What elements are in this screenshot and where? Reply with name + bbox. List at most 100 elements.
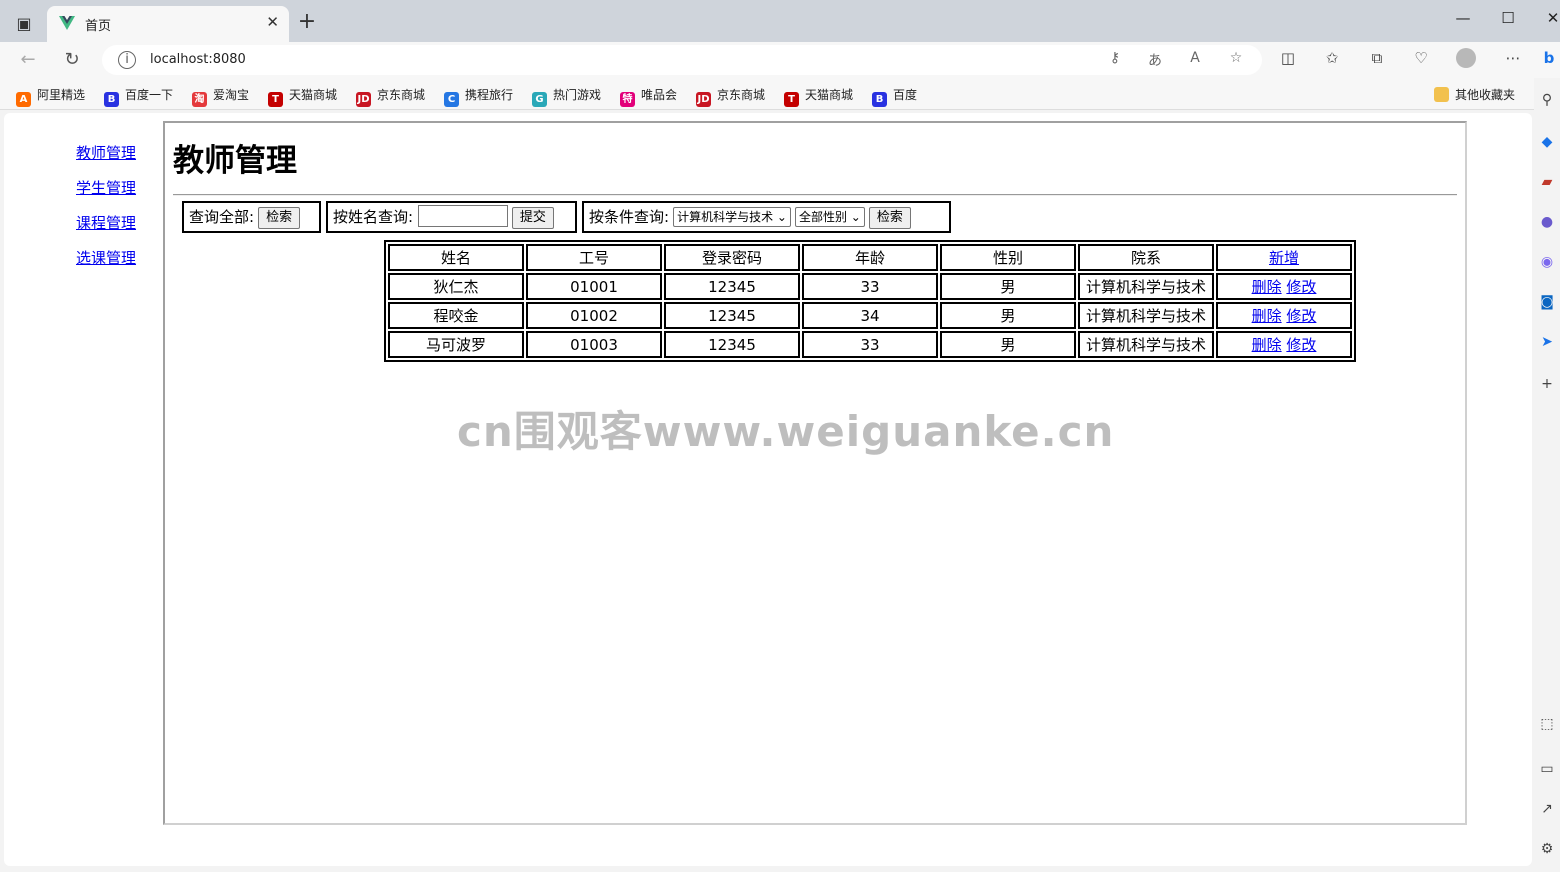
address-bar[interactable]: i localhost:8080 ⚷ あ A ☆ [102,45,1262,75]
url-text[interactable]: localhost:8080 [150,52,246,67]
bookmark-favicon-icon: 淘 [192,92,207,107]
delete-link[interactable]: 删除 [1252,307,1282,325]
back-icon[interactable]: ← [16,48,40,72]
page-title: 教师管理 [173,143,297,179]
settings-gear-icon[interactable]: ⚙ [1538,840,1556,858]
bookmark-item[interactable]: B 百度 [872,86,917,107]
table-row: 狄仁杰 01001 12345 33 男计算机科学与技术 删除 修改 [388,273,1352,300]
department-select[interactable]: 计算机科学与技术 ⌄ [673,207,791,227]
other-bookmarks-folder[interactable]: 其他收藏夹 [1434,86,1515,103]
bookmark-favicon-icon: C [444,92,459,107]
bookmark-favicon-icon: B [872,92,887,107]
collections-icon[interactable]: ⧉ [1366,49,1388,67]
send-icon[interactable]: ➤ [1538,333,1556,351]
table-cell: 12345 [664,302,800,329]
table-action-cell: 删除 修改 [1216,273,1352,300]
edit-link[interactable]: 修改 [1286,278,1316,296]
browser-tab-active[interactable]: 首页 ✕ [47,6,289,42]
refresh-icon[interactable]: ↻ [60,48,84,72]
left-navigation: 教师管理 学生管理 课程管理 选课管理 [76,143,136,283]
bing-copilot-icon[interactable]: b [1538,49,1560,67]
bookmark-item[interactable]: G 热门游戏 [532,86,601,107]
delete-link[interactable]: 删除 [1252,336,1282,354]
bookmarks-bar: 其他收藏夹 A 阿里精选 B 百度一下 淘爱淘宝 T 天猫商城 JD 京东商城 C 携程旅行 G 热门游… [0,78,1560,110]
read-aloud-icon[interactable]: A [1185,50,1205,66]
bookmark-label: 阿里精选 [37,88,86,102]
favorites-icon[interactable]: ✩ [1321,49,1343,67]
profile-avatar-icon[interactable] [1455,48,1477,72]
bookmark-item[interactable]: JD 京东商城 [696,86,765,107]
table-cell: 计算机科学与技术 [1078,302,1214,329]
translate-icon[interactable]: あ [1145,50,1165,70]
condition-search-button[interactable]: 检索 [868,207,911,229]
tab-title: 首页 [85,19,112,34]
nav-link-selection[interactable]: 选课管理 [76,248,136,283]
tab-actions-icon[interactable]: ▣ [12,12,36,36]
maximize-icon[interactable]: ☐ [1493,6,1523,30]
table-cell: 12345 [664,331,800,358]
split-screen-icon[interactable]: ◫ [1277,49,1299,67]
gender-select[interactable]: 全部性别 ⌄ [794,207,865,227]
other-bookmarks-label: 其他收藏夹 [1455,88,1516,102]
name-submit-button[interactable]: 提交 [511,207,554,229]
add-teacher-link[interactable]: 新增 [1269,249,1299,267]
bookmark-item[interactable]: C 携程旅行 [444,86,513,107]
nav-link-teacher[interactable]: 教师管理 [76,143,136,178]
table-action-cell: 删除 修改 [1216,331,1352,358]
bookmark-favicon-icon: G [532,92,547,107]
table-header-cell: 院系 [1078,244,1214,271]
page-viewport: 教师管理 学生管理 课程管理 选课管理 教师管理 查询全部: 检索 按姓名查询: … [4,113,1532,866]
site-info-icon[interactable]: i [118,51,136,69]
tab-close-icon[interactable]: ✕ [266,13,279,31]
games-icon[interactable]: ◉ [1538,253,1556,271]
key-icon[interactable]: ⚷ [1105,50,1125,66]
delete-link[interactable]: 删除 [1252,278,1282,296]
bookmark-item[interactable]: T 天猫商城 [268,86,337,107]
tools-icon[interactable]: ▰ [1538,173,1556,191]
people-icon[interactable]: ● [1538,213,1556,231]
external-link-icon[interactable]: ↗ [1538,800,1556,818]
name-search-input[interactable] [417,205,508,227]
vue-favicon-icon [59,16,75,30]
nav-link-student[interactable]: 学生管理 [76,178,136,213]
edit-link[interactable]: 修改 [1286,336,1316,354]
more-menu-icon[interactable]: ⋯ [1502,49,1524,67]
table-cell: 男 [940,302,1076,329]
minimize-icon[interactable]: — [1448,6,1478,30]
bookmark-item[interactable]: JD 京东商城 [356,86,425,107]
bookmark-label: 爱淘宝 [213,88,250,102]
favorite-star-icon[interactable]: ☆ [1226,50,1246,66]
bookmark-item[interactable]: 淘爱淘宝 [192,86,249,107]
table-cell: 狄仁杰 [388,273,524,300]
title-divider [173,194,1457,196]
bookmark-item[interactable]: 特唯品会 [620,86,677,107]
bookmark-label: 热门游戏 [553,88,602,102]
query-all-button[interactable]: 检索 [258,207,301,229]
table-cell: 33 [802,331,938,358]
sidebar-panel-icon[interactable]: ▭ [1538,760,1556,778]
bookmark-label: 携程旅行 [465,88,514,102]
bookmark-label: 天猫商城 [289,88,338,102]
table-header-cell: 工号 [526,244,662,271]
address-toolbar: ← ↻ i localhost:8080 ⚷ あ A ☆ ◫ ✩ ⧉ ♡ ⋯ b [0,42,1560,78]
bookmark-item[interactable]: B 百度一下 [104,86,173,107]
outlook-icon[interactable]: ◙ [1538,293,1556,311]
table-row: 马可波罗 01003 12345 33 男计算机科学与技术 删除 修改 [388,331,1352,358]
new-tab-icon[interactable]: + [296,10,318,34]
screenshot-icon[interactable]: ⬚ [1538,715,1556,733]
performance-icon[interactable]: ♡ [1410,49,1432,67]
bookmark-label: 百度一下 [125,88,174,102]
nav-link-course[interactable]: 课程管理 [76,213,136,248]
table-cell: 34 [802,302,938,329]
table-cell: 男 [940,273,1076,300]
teacher-table-frame: 姓名 工号 登录密码 年龄 性别 院系 新增 狄仁杰 01001 12345 33 男计算机科学与技… [384,240,1356,362]
bookmark-item[interactable]: A 阿里精选 [16,86,85,107]
watermark-text: cn围观客www.weiguanke.cn [457,407,1115,456]
shopping-icon[interactable]: ◆ [1538,133,1556,151]
edit-link[interactable]: 修改 [1286,307,1316,325]
query-all-label: 查询全部: [189,208,255,226]
search-icon[interactable]: ⚲ [1538,91,1556,109]
close-window-icon[interactable]: ✕ [1538,6,1560,30]
bookmark-item[interactable]: T 天猫商城 [784,86,853,107]
add-sidebar-icon[interactable]: + [1538,375,1556,393]
